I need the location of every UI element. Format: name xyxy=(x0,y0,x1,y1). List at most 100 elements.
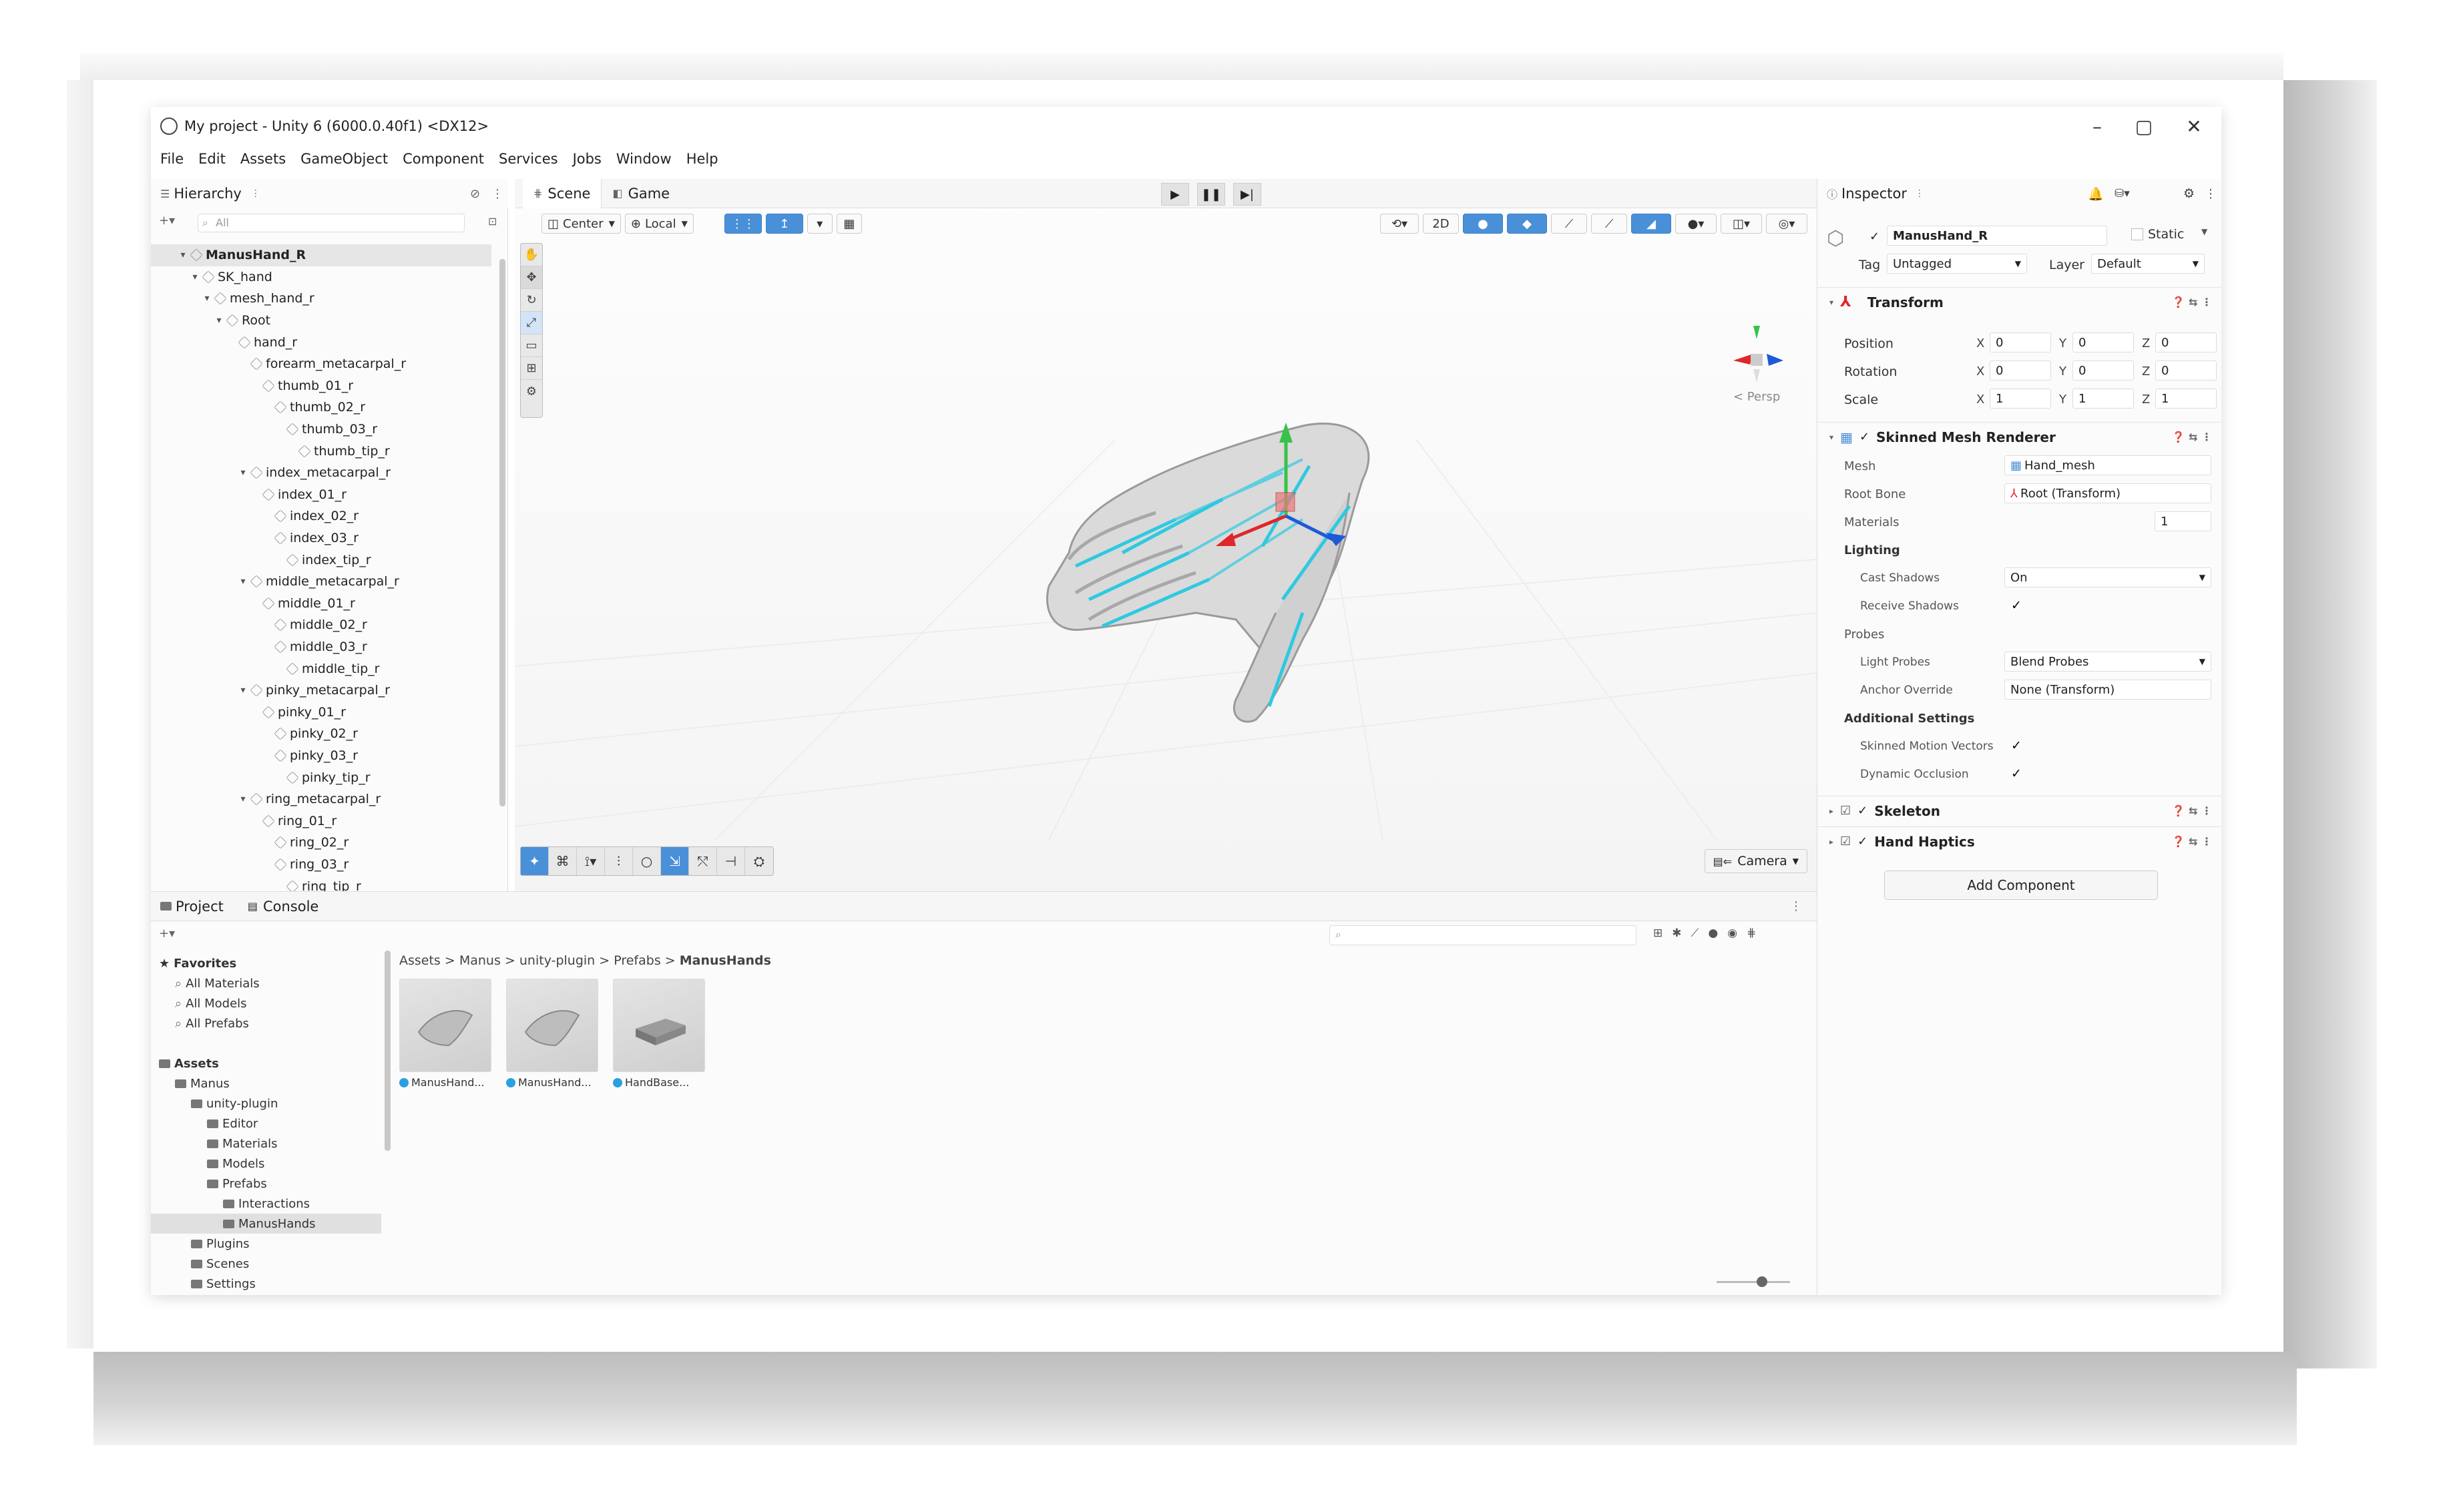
project-tree-item[interactable]: Scenes xyxy=(151,1254,381,1274)
layer-dropdown[interactable]: Default ▼ xyxy=(2091,254,2205,274)
scale-tool-icon[interactable]: ⤢ xyxy=(521,312,542,334)
zoom-slider-handle[interactable] xyxy=(1757,1276,1767,1287)
ik-tool-icon[interactable]: ⌘ xyxy=(549,847,577,875)
hierarchy-item[interactable]: index_02_r xyxy=(151,505,491,527)
rotation-x-axis-label[interactable]: X xyxy=(1976,364,1984,379)
rootbone-field[interactable]: ⅄ Root (Transform) xyxy=(2004,483,2211,503)
camera-settings-dropdown[interactable]: ◫▾ xyxy=(1721,214,1762,234)
settings-gear-icon[interactable]: ⚙ xyxy=(2183,186,2195,201)
static-checkbox[interactable] xyxy=(2131,228,2143,240)
step-button[interactable]: ▶| xyxy=(1233,183,1261,206)
menu-edit[interactable]: Edit xyxy=(198,151,226,167)
increment-snap-toggle[interactable]: ↥ xyxy=(765,214,803,234)
menu-jobs[interactable]: Jobs xyxy=(573,151,602,167)
chain-tool-icon[interactable]: ⫶ xyxy=(605,847,633,875)
effects-toggle[interactable]: ⟋ xyxy=(1551,214,1587,234)
expand-caret-icon[interactable]: ▾ xyxy=(190,272,200,282)
skeleton-header[interactable]: ▸ ☑ ✓ Skeleton ❓ ⇆ ⋮ xyxy=(1817,796,2221,825)
menu-component[interactable]: Component xyxy=(403,151,484,167)
hierarchy-item[interactable]: index_tip_r xyxy=(151,549,491,571)
hierarchy-item[interactable]: middle_tip_r xyxy=(151,658,491,680)
hierarchy-item[interactable]: pinky_tip_r xyxy=(151,766,491,788)
hierarchy-item[interactable]: ring_03_r xyxy=(151,854,491,876)
scale-x-axis-label[interactable]: X xyxy=(1976,393,1984,407)
scale-z-axis-label[interactable]: Z xyxy=(2142,393,2150,407)
additional-settings-label[interactable]: Additional Settings xyxy=(1844,712,1974,726)
component-menu-icons[interactable]: ❓ ⇆ ⋮ xyxy=(2172,804,2212,817)
hierarchy-item[interactable]: ▾ mesh_hand_r xyxy=(151,288,491,310)
breadcrumb-item[interactable]: Manus xyxy=(459,953,501,968)
scale-z-field[interactable]: 1 xyxy=(2155,389,2217,409)
mirror-tool-icon[interactable]: ⤲ xyxy=(689,847,717,875)
add-component-button[interactable]: Add Component xyxy=(1884,870,2158,900)
project-tree-item[interactable]: ⌕ All Models xyxy=(151,993,381,1013)
probes-label[interactable]: Probes xyxy=(1844,627,1884,642)
hierarchy-item[interactable]: ▾ ManusHand_R xyxy=(151,244,491,266)
hierarchy-item[interactable]: forearm_metacarpal_r xyxy=(151,353,491,375)
tab-menu-icon[interactable]: ⋮ xyxy=(1915,188,1924,199)
materials-count-field[interactable]: 1 xyxy=(2155,511,2211,531)
select-tool-icon[interactable]: ⇲ xyxy=(661,847,689,875)
paint-tool-icon[interactable]: ⛭ xyxy=(745,847,773,875)
hierarchy-item[interactable]: ▾ Root xyxy=(151,310,491,332)
breadcrumb-item[interactable]: Assets xyxy=(399,953,441,968)
hierarchy-item[interactable]: thumb_01_r xyxy=(151,375,491,397)
asset-tile[interactable]: ManusHand... xyxy=(506,979,600,1099)
position-y-axis-label[interactable]: Y xyxy=(2059,336,2066,350)
expand-caret-icon[interactable]: ▾ xyxy=(178,250,188,260)
project-tree-scrollbar[interactable] xyxy=(385,951,391,1151)
bone-tool-icon[interactable]: ✦ xyxy=(521,847,549,875)
hierarchy-item[interactable]: thumb_03_r xyxy=(151,419,491,441)
hierarchy-item[interactable]: middle_03_r xyxy=(151,636,491,658)
rotation-x-field[interactable]: 0 xyxy=(1990,360,2051,381)
move-tool-icon[interactable]: ✥ xyxy=(521,266,542,289)
hierarchy-item[interactable]: ▾ SK_hand xyxy=(151,266,491,288)
grid-snapping-toggle[interactable]: ⋮⋮ xyxy=(724,214,762,234)
orient-neg-y-cone[interactable] xyxy=(1753,369,1760,383)
skeleton-enabled-checkbox[interactable]: ✓ xyxy=(1857,804,1867,818)
position-y-field[interactable]: 0 xyxy=(2072,332,2134,352)
project-tree-item[interactable]: Plugins xyxy=(151,1234,381,1254)
project-search-input[interactable]: ⌕ xyxy=(1329,925,1636,945)
mode-2d-toggle[interactable]: 2D xyxy=(1423,214,1459,234)
pause-button[interactable]: ❚❚ xyxy=(1197,183,1225,206)
hierarchy-item[interactable]: thumb_02_r xyxy=(151,397,491,419)
space-local-dropdown[interactable]: ⊕ Local ▼ xyxy=(624,214,694,234)
draw-mode-dropdown[interactable]: ●▾ xyxy=(1675,214,1717,234)
project-tree-item[interactable]: ManusHands xyxy=(151,1214,381,1234)
persp-label[interactable]: < Persp xyxy=(1733,390,1780,404)
project-tree-item[interactable]: ⌕ All Materials xyxy=(151,973,381,993)
joint-tool-icon[interactable]: ⟟▾ xyxy=(577,847,605,875)
asset-tile[interactable]: HandBase... xyxy=(613,979,706,1099)
notification-icon[interactable]: 🔔 xyxy=(2088,186,2104,202)
view-tool-icon[interactable]: ✋ xyxy=(521,244,542,266)
hierarchy-item[interactable]: middle_01_r xyxy=(151,593,491,615)
expand-caret-icon[interactable]: ▾ xyxy=(238,467,248,478)
rotation-z-field[interactable]: 0 xyxy=(2155,360,2217,381)
skinned-motion-vectors-checkbox[interactable]: ✓ xyxy=(2011,738,2022,753)
menu-services[interactable]: Services xyxy=(499,151,558,167)
hierarchy-item[interactable]: pinky_01_r xyxy=(151,701,491,723)
project-tree-item[interactable]: Interactions xyxy=(151,1194,381,1214)
play-button[interactable]: ▶ xyxy=(1161,183,1189,206)
component-menu-icons[interactable]: ❓ ⇆ ⋮ xyxy=(2172,296,2212,308)
hierarchy-item[interactable]: index_01_r xyxy=(151,484,491,506)
hierarchy-item[interactable]: middle_02_r xyxy=(151,614,491,636)
project-tree-item[interactable]: Models xyxy=(151,1154,381,1174)
project-filter-icons[interactable]: ⊞✱⟋●◉⋕ xyxy=(1653,927,1765,940)
more-options-icon[interactable]: ⋮ xyxy=(1790,899,1802,913)
camera-dropdown[interactable]: ▤⇐ Camera ▼ xyxy=(1704,849,1807,873)
lighting-label[interactable]: Lighting xyxy=(1844,543,1900,557)
hierarchy-item[interactable]: ring_02_r xyxy=(151,832,491,854)
breadcrumb-item[interactable]: ManusHands xyxy=(680,953,771,968)
smr-enabled-checkbox[interactable]: ✓ xyxy=(1859,430,1869,444)
hierarchy-item[interactable]: ring_01_r xyxy=(151,810,491,832)
orient-x-cone[interactable] xyxy=(1733,354,1753,364)
hidden-objects-toggle[interactable]: ⟋ xyxy=(1591,214,1627,234)
menu-gameobject[interactable]: GameObject xyxy=(300,151,388,167)
orient-center-cube[interactable] xyxy=(1751,354,1763,366)
expand-caret-icon[interactable]: ▾ xyxy=(238,576,248,587)
position-x-axis-label[interactable]: X xyxy=(1976,336,1984,350)
project-tree-item[interactable]: ⌕ All Prefabs xyxy=(151,1013,381,1033)
position-x-field[interactable]: 0 xyxy=(1990,332,2051,352)
